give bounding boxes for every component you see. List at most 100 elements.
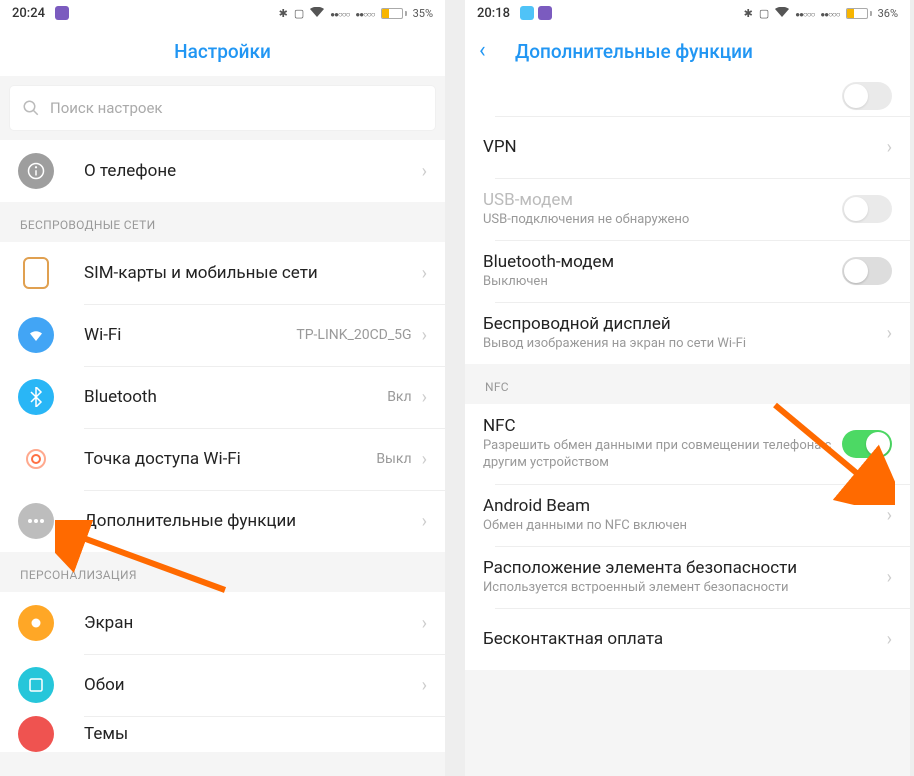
more-icon [18, 503, 54, 539]
battery-percent: 35% [413, 7, 433, 20]
display-icon [18, 605, 54, 641]
secure-element-row[interactable]: Расположение элемента безопасности Испол… [465, 546, 910, 608]
chevron-right-icon: › [422, 449, 427, 470]
about-phone-row[interactable]: О телефоне › [0, 140, 445, 202]
themes-label: Темы [84, 724, 427, 744]
android-beam-row[interactable]: Android Beam Обмен данными по NFC включе… [465, 484, 910, 546]
usb-modem-toggle[interactable] [842, 195, 892, 223]
vibrate-icon: ▢ [759, 7, 769, 20]
about-phone-label: О телефоне [84, 161, 422, 181]
bluetooth-label: Bluetooth [84, 387, 387, 407]
search-input[interactable]: Поиск настроек [10, 86, 435, 130]
bt-modem-toggle[interactable] [842, 257, 892, 285]
bluetooth-icon [18, 379, 54, 415]
viber-icon [538, 6, 552, 20]
nfc-sub: Разрешить обмен данными при совмещении т… [483, 438, 842, 472]
hotspot-label: Точка доступа Wi-Fi [84, 449, 376, 469]
chevron-right-icon: › [422, 161, 427, 182]
bluetooth-value: Вкл [387, 389, 411, 405]
wallpaper-label: Обои [84, 675, 422, 695]
signal-icon [330, 7, 349, 20]
display-row[interactable]: Экран › [0, 592, 445, 654]
nfc-section-label: NFC [465, 364, 910, 404]
app-icon-1 [520, 6, 534, 20]
partial-toggle-row[interactable] [465, 76, 910, 116]
usb-modem-sub: USB-подключения не обнаружено [483, 212, 842, 229]
tap-pay-row[interactable]: Бесконтактная оплата › [465, 608, 910, 670]
tap-pay-label: Бесконтактная оплата [483, 629, 887, 649]
battery-icon [381, 8, 407, 19]
wifi-row[interactable]: Wi-Fi TP-LINK_20CD_5G › [0, 304, 445, 366]
nfc-row[interactable]: NFC Разрешить обмен данными при совмещен… [465, 404, 910, 484]
header: ‹ Дополнительные функции [465, 26, 910, 76]
wifi-status-icon [775, 7, 789, 20]
hotspot-icon [18, 441, 54, 477]
secure-element-label: Расположение элемента безопасности [483, 558, 887, 578]
chevron-right-icon: › [422, 511, 427, 532]
wallpaper-icon [18, 667, 54, 703]
viber-icon [55, 6, 69, 20]
bt-modem-sub: Выключен [483, 274, 842, 291]
chevron-right-icon: › [887, 505, 892, 526]
themes-row[interactable]: Темы [0, 716, 445, 752]
chevron-right-icon: › [887, 323, 892, 344]
bluetooth-row[interactable]: Bluetooth Вкл › [0, 366, 445, 428]
status-time: 20:18 [477, 6, 510, 21]
chevron-right-icon: › [887, 137, 892, 158]
hotspot-value: Выкл [376, 451, 411, 467]
signal-icon [795, 7, 814, 20]
battery-icon [846, 8, 872, 19]
wireless-section-label: БЕСПРОВОДНЫЕ СЕТИ [0, 202, 445, 242]
search-placeholder: Поиск настроек [50, 99, 163, 117]
vibrate-icon: ▢ [294, 7, 304, 20]
chevron-right-icon: › [422, 325, 427, 346]
secure-element-sub: Используется встроенный элемент безопасн… [483, 580, 887, 597]
search-icon [22, 99, 40, 117]
nfc-toggle[interactable] [842, 430, 892, 458]
display-label: Экран [84, 613, 422, 633]
bluetooth-status-icon: ✱ [279, 7, 288, 20]
page-title: Настройки [174, 40, 271, 63]
chevron-right-icon: › [422, 263, 427, 284]
wallpaper-row[interactable]: Обои › [0, 654, 445, 716]
usb-modem-row[interactable]: USB-модем USB-подключения не обнаружено [465, 178, 910, 240]
page-title: Дополнительные функции [515, 40, 753, 63]
chevron-right-icon: › [422, 613, 427, 634]
status-time: 20:24 [12, 6, 45, 21]
vpn-label: VPN [483, 137, 887, 157]
bluetooth-status-icon: ✱ [744, 7, 753, 20]
bt-modem-label: Bluetooth-модем [483, 252, 842, 272]
back-button[interactable]: ‹ [479, 40, 486, 62]
sim-icon [23, 257, 49, 289]
settings-screen: 20:24 ✱ ▢ 35% Настройки Поиск настроек [0, 0, 445, 776]
hotspot-row[interactable]: Точка доступа Wi-Fi Выкл › [0, 428, 445, 490]
signal-icon-2 [820, 7, 839, 20]
header: Настройки [0, 26, 445, 76]
android-beam-sub: Обмен данными по NFC включен [483, 518, 887, 535]
wifi-label: Wi-Fi [84, 325, 296, 345]
wireless-display-label: Беспроводной дисплей [483, 314, 887, 334]
wifi-value: TP-LINK_20CD_5G [296, 327, 411, 343]
vpn-row[interactable]: VPN › [465, 116, 910, 178]
sim-label: SIM-карты и мобильные сети [84, 263, 422, 283]
wifi-icon [18, 317, 54, 353]
toggle-switch[interactable] [842, 82, 892, 110]
battery-percent: 36% [878, 7, 898, 20]
wifi-status-icon [310, 7, 324, 20]
chevron-right-icon: › [887, 629, 892, 650]
chevron-right-icon: › [422, 387, 427, 408]
chevron-right-icon: › [422, 675, 427, 696]
bt-modem-row[interactable]: Bluetooth-модем Выключен [465, 240, 910, 302]
sim-row[interactable]: SIM-карты и мобильные сети › [0, 242, 445, 304]
signal-icon-2 [355, 7, 374, 20]
status-bar: 20:18 ✱ ▢ 36% [465, 0, 910, 26]
more-functions-screen: 20:18 ✱ ▢ 36% ‹ Дополнительные функции [465, 0, 910, 776]
status-bar: 20:24 ✱ ▢ 35% [0, 0, 445, 26]
more-functions-label: Дополнительные функции [84, 511, 422, 531]
android-beam-label: Android Beam [483, 496, 887, 516]
themes-icon [18, 716, 54, 752]
more-functions-row[interactable]: Дополнительные функции › [0, 490, 445, 552]
wireless-display-row[interactable]: Беспроводной дисплей Вывод изображения н… [465, 302, 910, 364]
personalization-section-label: ПЕРСОНАЛИЗАЦИЯ [0, 552, 445, 592]
nfc-label: NFC [483, 416, 842, 436]
